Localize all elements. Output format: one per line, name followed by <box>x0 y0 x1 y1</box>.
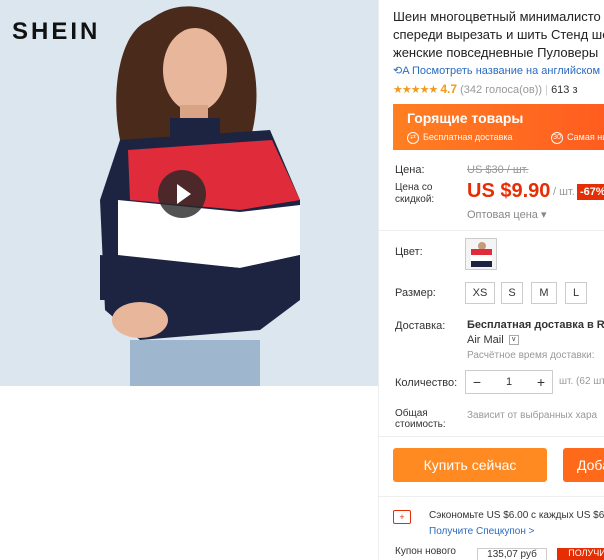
size-option-l[interactable]: L <box>565 282 587 304</box>
title-line: женские повседневные Пуловеры <box>393 45 599 60</box>
size-option-m[interactable]: M <box>531 282 557 304</box>
discount-label-line: Цена со <box>395 182 433 193</box>
color-swatch[interactable] <box>465 238 497 270</box>
rating-row: ★★★★★ 4.7 (342 голоса(ов)) | 613 з <box>393 82 578 96</box>
shipping-carrier-select[interactable]: Air Mail v <box>467 334 519 346</box>
discount-price-label: Цена со скидкой: <box>395 182 434 206</box>
rating-stars-icon: ★★★★★ <box>393 84 438 96</box>
get-coupon-link[interactable]: Получите Спецкупон > <box>429 526 535 537</box>
color-label: Цвет: <box>395 246 423 258</box>
coupon-savings-text: Сэкономьте US $6.00 с каждых US $6 <box>429 510 604 521</box>
divider <box>379 230 604 231</box>
product-title: Шеин многоцветный минималисто спереди вы… <box>393 8 604 62</box>
translate-icon: ⟲A <box>393 65 409 77</box>
total-price-label: Общая стоимость: <box>395 408 446 430</box>
delivery-time: Расчётное время доставки: <box>467 350 595 361</box>
get-coupon-button[interactable]: ПОЛУЧИ <box>557 548 604 560</box>
divider <box>379 436 604 437</box>
total-price-value: Зависит от выбранных хара <box>467 410 598 421</box>
divider: | <box>545 84 548 96</box>
hot-deals-title: Горящие товары <box>407 110 524 126</box>
quantity-stepper: − 1 + <box>465 370 553 394</box>
product-image[interactable]: SHEIN <box>0 0 378 386</box>
translate-link-text: Посмотреть название на английском <box>412 65 601 77</box>
rating-value: 4.7 <box>440 82 458 96</box>
play-video-icon[interactable] <box>158 170 206 218</box>
divider <box>379 496 604 497</box>
brand-logo: SHEIN <box>12 18 101 45</box>
shipping-carrier: Air Mail <box>467 334 504 346</box>
quantity-decrease-button[interactable]: − <box>466 371 488 393</box>
chevron-down-icon: v <box>508 335 519 346</box>
quantity-label: Количество: <box>395 377 458 389</box>
size-label: Размер: <box>395 287 436 299</box>
price-unit: / шт. <box>553 186 575 198</box>
quantity-available: шт. (62 шт <box>559 376 604 387</box>
hot-deals-features: ⇄ Бесплатная доставка 30Самая низкая <box>407 132 604 144</box>
quantity-input[interactable]: 1 <box>488 371 530 393</box>
lowest-price-icon: 30 <box>551 132 564 144</box>
title-line: спереди вырезать и шить Стенд ше <box>393 27 604 42</box>
feature-lowest-price: Самая низкая <box>567 132 604 143</box>
total-label-line: стоимость: <box>395 419 446 430</box>
product-page: SHEIN Шеин многоцветный минималисто спер… <box>0 0 604 560</box>
shipping-label: Доставка: <box>395 320 446 332</box>
wholesale-label: Оптовая цена <box>467 209 538 221</box>
new-buyer-coupon-label: Купон нового <box>395 546 456 557</box>
orders-count: 613 з <box>551 84 578 96</box>
discount-label-line: скидкой: <box>395 194 435 205</box>
price-label: Цена: <box>395 164 425 176</box>
coupon-icon: + <box>393 510 411 524</box>
sale-price: US $9.90 <box>467 180 551 202</box>
old-price: US $30 / шт. <box>467 164 529 176</box>
translate-title-link[interactable]: ⟲A Посмотреть название на английском <box>393 64 600 77</box>
size-option-s[interactable]: S <box>501 282 523 304</box>
feature-free-shipping: Бесплатная доставка <box>423 132 513 143</box>
add-to-cart-button[interactable]: Доба <box>563 448 604 482</box>
free-shipping-icon: ⇄ <box>407 132 419 144</box>
wholesale-price-toggle[interactable]: Оптовая цена ▾ <box>467 208 546 221</box>
votes-count[interactable]: (342 голоса(ов)) <box>460 84 542 96</box>
hot-deals-banner: Горящие товары ⇄ Бесплатная доставка 30 Са… <box>393 104 604 150</box>
size-option-xs[interactable]: XS <box>465 282 495 304</box>
discount-badge: -67% <box>577 184 604 200</box>
chevron-down-icon: ▾ <box>540 209 547 221</box>
quantity-increase-button[interactable]: + <box>530 371 552 393</box>
title-line: Шеин многоцветный минималисто <box>393 9 601 24</box>
buy-now-button[interactable]: Купить сейчас <box>393 448 547 482</box>
total-label-line: Общая <box>395 408 428 419</box>
new-buyer-coupon-value: 135,07 руб <box>477 548 547 560</box>
product-info-panel: Шеин многоцветный минималисто спереди вы… <box>378 0 604 560</box>
shipping-method: Бесплатная доставка в Rus <box>467 319 604 331</box>
